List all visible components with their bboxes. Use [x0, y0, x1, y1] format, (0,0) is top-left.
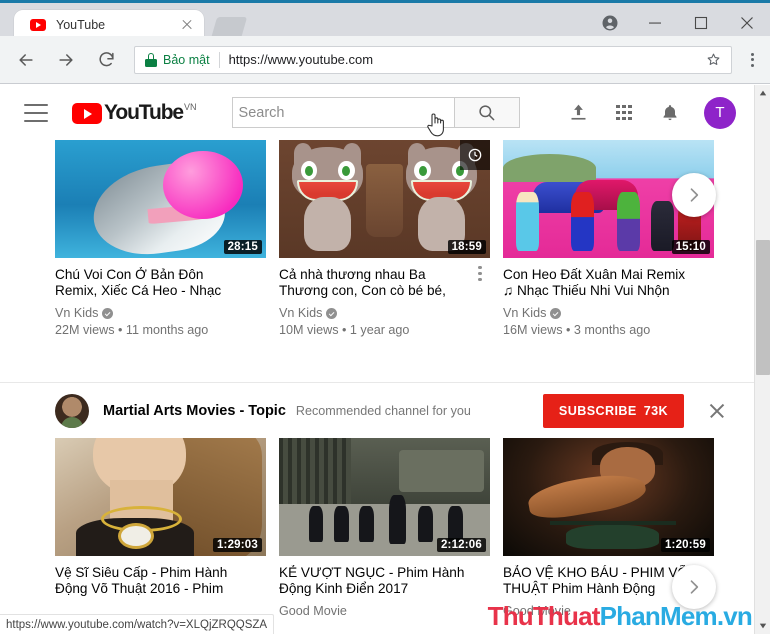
upload-icon[interactable]: [566, 101, 590, 125]
subscribe-button[interactable]: SUBSCRIBE 73K: [542, 393, 684, 428]
address-bar-url: https://www.youtube.com: [228, 52, 374, 67]
profile-icon[interactable]: [590, 6, 630, 39]
video-channel[interactable]: Vn Kids: [503, 306, 714, 320]
video-meta: 10M views • 1 year ago: [279, 323, 410, 337]
scrollbar-thumb[interactable]: [756, 240, 770, 375]
scroll-up-icon[interactable]: [755, 85, 770, 101]
browser-tab-youtube[interactable]: YouTube: [14, 10, 204, 39]
youtube-icon: [30, 18, 46, 31]
verified-badge-icon: [326, 307, 338, 319]
minimize-icon[interactable]: [632, 6, 678, 39]
close-icon[interactable]: [724, 6, 770, 39]
video-thumbnail[interactable]: 1:29:03: [55, 438, 266, 556]
back-arrow-icon[interactable]: [8, 42, 44, 78]
reload-icon[interactable]: [88, 42, 124, 78]
video-channel[interactable]: Good Movie: [279, 604, 490, 618]
verified-badge-icon: [102, 307, 114, 319]
divider: [218, 51, 220, 68]
channel-avatar[interactable]: [55, 393, 89, 428]
video-options-menu-icon[interactable]: [472, 266, 488, 281]
watch-later-icon[interactable]: [460, 140, 490, 170]
video-duration: 2:12:06: [436, 538, 486, 552]
search-button[interactable]: [453, 97, 520, 128]
address-bar[interactable]: Bảo mật https://www.youtube.com: [134, 45, 732, 74]
youtube-logo[interactable]: YouTube VN: [72, 101, 197, 124]
apps-grid-icon[interactable]: [612, 101, 636, 125]
channel-name: Vn Kids: [503, 306, 547, 320]
video-title[interactable]: Cả nhà thương nhau Ba Thương con, Con cò…: [279, 267, 490, 299]
watermark-part2: PhanMem.vn: [599, 601, 753, 631]
youtube-country-code: VN: [184, 102, 197, 112]
video-card[interactable]: 28:15 Chú Voi Con Ở Bản Đôn Remix, Xiếc …: [55, 140, 266, 337]
browser-toolbar: Bảo mật https://www.youtube.com: [0, 36, 770, 84]
video-duration: 18:59: [447, 240, 486, 254]
tab-title: YouTube: [56, 17, 106, 32]
video-channel[interactable]: Vn Kids: [55, 306, 266, 320]
video-thumbnail[interactable]: 1:20:59: [503, 438, 714, 556]
subscribe-label: SUBSCRIBE: [558, 403, 637, 418]
watermark-part1: ThuThuat: [487, 601, 601, 631]
youtube-play-icon: [72, 103, 102, 124]
youtube-masthead: YouTube VN Search T: [0, 85, 756, 140]
lock-icon: [145, 52, 157, 67]
maximize-icon[interactable]: [678, 6, 724, 39]
video-duration: 1:29:03: [212, 538, 262, 552]
status-bar-url: https://www.youtube.com/watch?v=XLQjZRQQ…: [0, 614, 275, 634]
video-title[interactable]: Con Heo Đất Xuân Mai Remix ♫ Nhạc Thiếu …: [503, 267, 714, 299]
masthead-actions: T: [566, 96, 736, 129]
verified-badge-icon: [550, 307, 562, 319]
scroll-down-icon[interactable]: [755, 618, 770, 634]
channel-name: Good Movie: [279, 604, 347, 618]
shelf-next-button[interactable]: [672, 173, 716, 217]
window-controls: [632, 6, 770, 39]
avatar[interactable]: T: [704, 96, 736, 129]
dismiss-recommendation-icon[interactable]: [698, 398, 736, 424]
video-card[interactable]: 18:59 Cả nhà thương nhau Ba Thương con, …: [279, 140, 490, 337]
video-title[interactable]: Chú Voi Con Ở Bản Đôn Remix, Xiếc Cá Heo…: [55, 267, 266, 299]
video-thumbnail[interactable]: 2:12:06: [279, 438, 490, 556]
subscriber-count: 73K: [643, 403, 668, 418]
video-shelf-movies: 1:29:03 Vệ Sĩ Siêu Cấp - Phim Hành Động …: [0, 438, 756, 618]
site-watermark: ThuThuatPhanMem.vn: [487, 601, 753, 632]
channel-recommendation-bar: Martial Arts Movies - Topic Recommended …: [0, 382, 756, 438]
video-duration: 15:10: [671, 240, 710, 254]
video-row: 1:29:03 Vệ Sĩ Siêu Cấp - Phim Hành Động …: [0, 438, 756, 618]
tab-strip: YouTube: [0, 3, 770, 39]
close-icon[interactable]: [178, 16, 196, 34]
video-card[interactable]: 2:12:06 KẺ VƯỢT NGỤC - Phim Hành Động Ki…: [279, 438, 490, 618]
video-row: 28:15 Chú Voi Con Ở Bản Đôn Remix, Xiếc …: [0, 140, 756, 337]
search-bar: [231, 97, 520, 128]
video-shelf-kids: 28:15 Chú Voi Con Ở Bản Đôn Remix, Xiếc …: [0, 140, 756, 337]
page-scrollbar[interactable]: [754, 85, 770, 634]
video-channel[interactable]: Vn Kids: [279, 306, 490, 320]
channel-subtitle: Recommended channel for you: [295, 403, 471, 418]
channel-name: Vn Kids: [55, 306, 99, 320]
video-title[interactable]: Vệ Sĩ Siêu Cấp - Phim Hành Động Võ Thuật…: [55, 565, 266, 597]
video-meta: 16M views • 3 months ago: [503, 323, 651, 337]
video-duration: 28:15: [223, 240, 262, 254]
video-card[interactable]: 1:29:03 Vệ Sĩ Siêu Cấp - Phim Hành Động …: [55, 438, 266, 618]
youtube-logo-text: YouTube: [104, 101, 184, 124]
video-thumbnail[interactable]: 28:15: [55, 140, 266, 258]
video-meta: 22M views • 11 months ago: [55, 323, 209, 337]
channel-name[interactable]: Martial Arts Movies - Topic: [103, 403, 286, 419]
video-duration: 1:20:59: [660, 538, 710, 552]
forward-arrow-icon[interactable]: [48, 42, 84, 78]
video-card[interactable]: 15:10 Con Heo Đất Xuân Mai Remix ♫ Nhạc …: [503, 140, 714, 337]
security-label: Bảo mật: [163, 52, 210, 67]
hamburger-icon[interactable]: [24, 103, 48, 122]
channel-name: Vn Kids: [279, 306, 323, 320]
three-dot-menu-icon[interactable]: [738, 42, 766, 78]
browser-window: YouTube Bảo mật https://www.youtube.com …: [0, 0, 770, 634]
search-input[interactable]: [231, 97, 454, 128]
star-icon[interactable]: [701, 48, 725, 72]
bell-icon[interactable]: [658, 101, 682, 125]
page-viewport: YouTube VN Search T 28:15 Chú Voi Con Ở …: [0, 85, 770, 634]
video-title[interactable]: KẺ VƯỢT NGỤC - Phim Hành Động Kinh Điển …: [279, 565, 490, 597]
video-thumbnail[interactable]: 18:59: [279, 140, 490, 258]
